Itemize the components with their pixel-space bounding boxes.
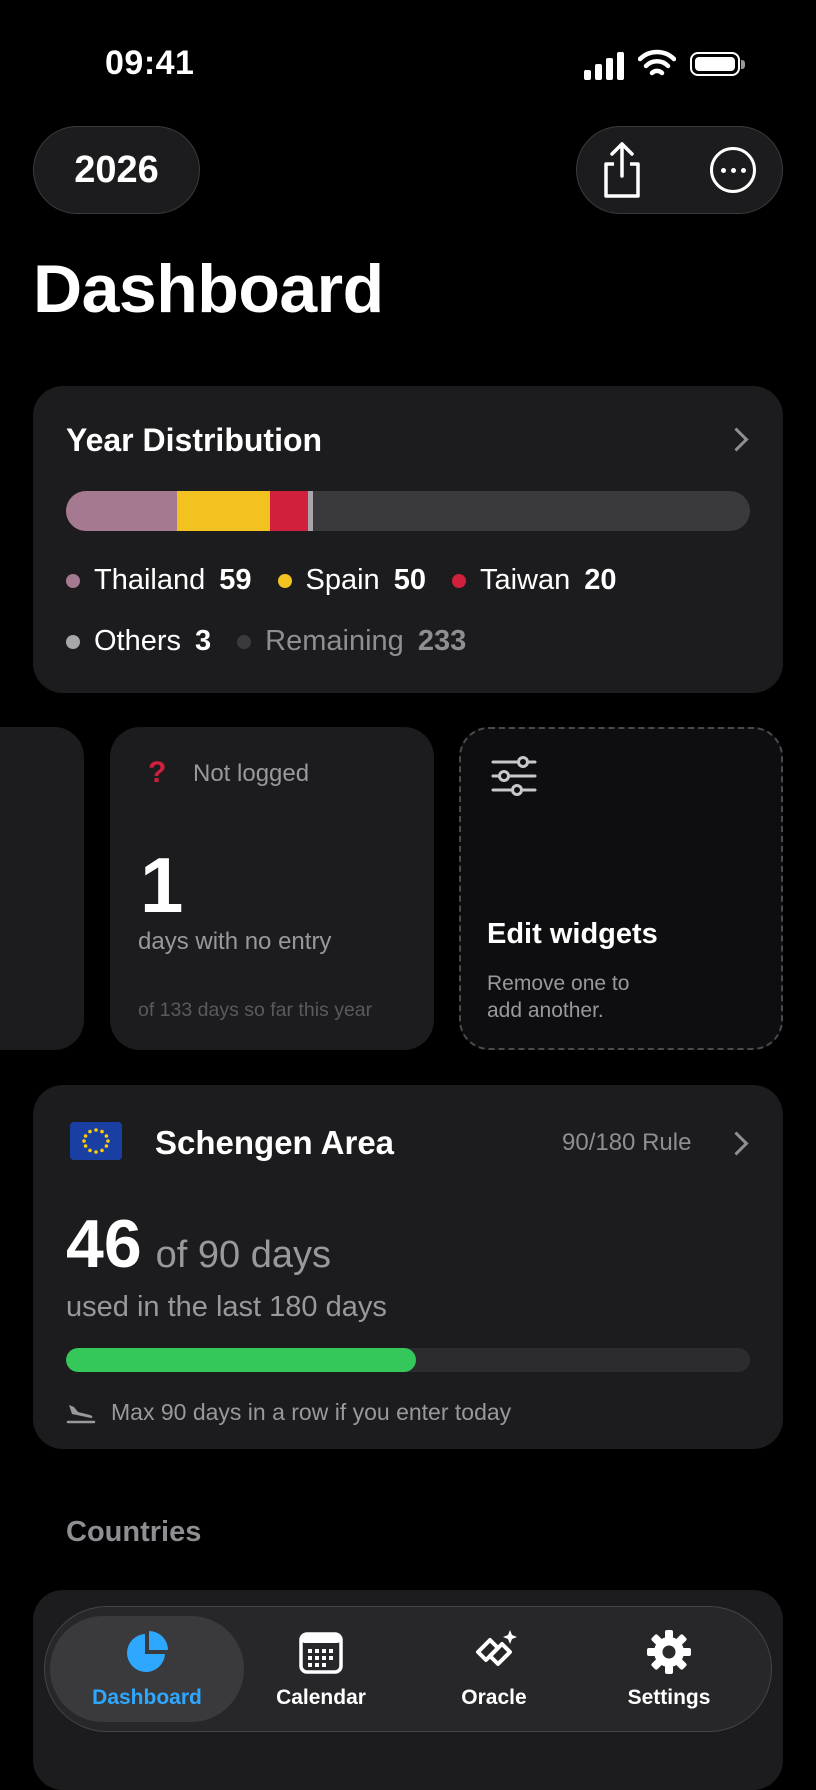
eu-flag-icon	[70, 1122, 122, 1160]
schengen-note: Max 90 days in a row if you enter today	[111, 1399, 512, 1425]
legend-spain: Spain 50	[277, 564, 426, 597]
spain-dot	[277, 573, 292, 588]
legend-label: Taiwan	[479, 564, 571, 596]
tab-settings[interactable]: Settings	[572, 1606, 766, 1732]
battery-icon	[690, 52, 745, 76]
schengen-title: Schengen Area	[155, 1124, 395, 1161]
schengen-period: used in the last 180 days	[66, 1291, 387, 1323]
not-logged-footnote: of 133 days so far this year	[138, 999, 373, 1021]
edit-widgets-title: Edit widgets	[487, 918, 658, 950]
tab-calendar[interactable]: Calendar	[224, 1606, 418, 1732]
tab-label: Settings	[627, 1686, 711, 1709]
legend-label: Thailand	[94, 564, 206, 596]
not-logged-subtitle: days with no entry	[138, 928, 332, 955]
legend-value: 59	[219, 564, 252, 596]
legend-remaining: Remaining 233	[237, 625, 466, 658]
year-selector-button[interactable]: 2026	[33, 126, 200, 214]
legend-value: 3	[195, 625, 212, 657]
tab-label: Calendar	[276, 1686, 366, 1709]
segment-spain	[176, 491, 271, 531]
oracle-sparkle-icon	[476, 1630, 517, 1666]
legend-taiwan: Taiwan 20	[451, 564, 617, 597]
tab-dashboard[interactable]: Dashboard	[50, 1606, 244, 1732]
legend-row-1: Thailand 59 Spain 50 Taiwan 20	[66, 564, 643, 597]
thailand-dot	[66, 573, 80, 588]
schengen-rule: 90/180 Rule	[562, 1129, 692, 1156]
gear-icon	[647, 1630, 691, 1674]
legend-thailand: Thailand 59	[66, 564, 252, 597]
remaining-dot	[237, 634, 252, 649]
tab-label: Oracle	[461, 1686, 527, 1709]
legend-label: Spain	[305, 564, 380, 596]
pie-chart-icon	[127, 1631, 168, 1672]
schengen-used-value: 46	[66, 1206, 142, 1282]
countries-section-label: Countries	[66, 1516, 202, 1548]
segment-taiwan	[270, 491, 308, 531]
more-options-icon[interactable]	[710, 147, 756, 193]
tab-label: Dashboard	[92, 1686, 202, 1709]
segment-thailand	[66, 491, 177, 531]
share-icon[interactable]	[600, 140, 644, 200]
not-logged-value: 1	[140, 841, 184, 929]
wifi-icon	[638, 49, 676, 76]
segment-others	[307, 491, 314, 531]
others-dot	[66, 634, 80, 649]
tab-oracle[interactable]: Oracle	[397, 1606, 591, 1732]
airplane-landing-icon	[66, 1405, 96, 1424]
cellular-signal-icon	[584, 50, 626, 80]
question-mark-icon: ?	[148, 756, 167, 789]
taiwan-dot	[451, 573, 466, 588]
page-title: Dashboard	[33, 251, 384, 327]
edit-widgets-subtitle: Remove one to add another.	[487, 970, 629, 1024]
legend-label: Others	[94, 625, 182, 657]
widget-previous[interactable]	[0, 727, 84, 1050]
schengen-of-total: of 90 days	[155, 1234, 331, 1276]
legend-others: Others 3	[66, 625, 211, 658]
calendar-icon	[299, 1632, 343, 1674]
legend-value: 50	[393, 564, 426, 596]
schengen-progress-fill	[66, 1348, 416, 1372]
edit-widgets-subtitle-line1: Remove one to	[487, 972, 630, 995]
schengen-progress-bar	[66, 1348, 750, 1372]
status-time: 09:41	[105, 44, 195, 82]
legend-row-2: Others 3 Remaining 233	[66, 625, 492, 658]
legend-value: 20	[584, 564, 617, 596]
legend-label: Remaining	[265, 625, 404, 657]
year-distribution-bar	[66, 491, 750, 531]
year-distribution-title: Year Distribution	[66, 422, 323, 458]
legend-value: 233	[417, 625, 467, 657]
not-logged-label: Not logged	[193, 760, 310, 787]
schengen-usage: 46 of 90 days	[66, 1205, 331, 1283]
edit-widgets-subtitle-line2: add another.	[487, 999, 604, 1022]
sliders-icon	[491, 756, 537, 796]
